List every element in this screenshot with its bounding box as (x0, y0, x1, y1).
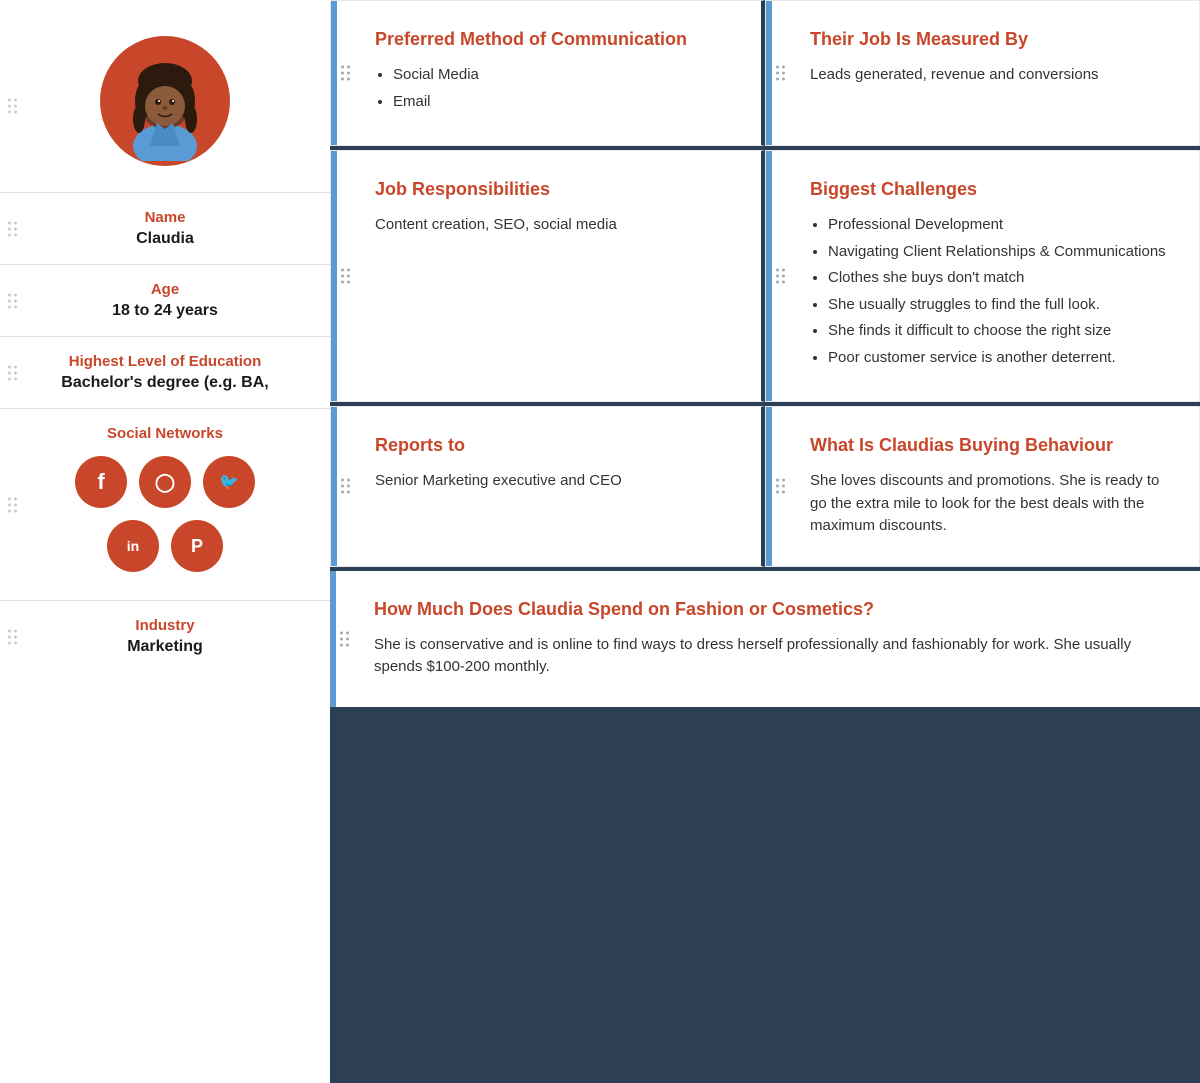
pinterest-icon[interactable]: P (171, 520, 223, 572)
biggest-challenges-card: Biggest Challenges Professional Developm… (765, 150, 1200, 402)
preferred-comm-title: Preferred Method of Communication (375, 29, 733, 50)
card-accent-bar (766, 407, 772, 566)
name-section: Name Claudia (0, 193, 330, 265)
list-item: She finds it difficult to choose the rig… (828, 320, 1171, 343)
job-measured-body: Leads generated, revenue and conversions (810, 64, 1171, 87)
list-item: Clothes she buys don't match (828, 267, 1171, 290)
industry-label: Industry (20, 617, 310, 634)
card-accent-bar (766, 1, 772, 145)
linkedin-icon[interactable]: in (107, 520, 159, 572)
page-layout: Name Claudia Age 18 to 24 years Highest … (0, 0, 1200, 1083)
drag-handle (776, 269, 785, 284)
name-value: Claudia (20, 230, 310, 248)
industry-section: Industry Marketing (0, 601, 330, 672)
age-label: Age (20, 281, 310, 298)
social-networks-label: Social Networks (20, 425, 310, 442)
buying-behaviour-title: What Is Claudias Buying Behaviour (810, 435, 1171, 456)
drag-handle (8, 629, 17, 644)
buying-behaviour-body: She loves discounts and promotions. She … (810, 470, 1171, 538)
list-item: Email (393, 91, 733, 114)
drag-handle (341, 479, 350, 494)
content-row-3: Reports to Senior Marketing executive an… (330, 402, 1200, 567)
drag-handle (340, 631, 349, 646)
drag-handle (776, 479, 785, 494)
spend-title: How Much Does Claudia Spend on Fashion o… (374, 599, 1172, 620)
card-accent-bar (766, 151, 772, 401)
reports-to-title: Reports to (375, 435, 733, 456)
list-item: Navigating Client Relationships & Commun… (828, 241, 1171, 264)
drag-handle (8, 293, 17, 308)
spend-section: How Much Does Claudia Spend on Fashion o… (330, 567, 1200, 707)
education-label: Highest Level of Education (20, 353, 310, 370)
age-value: 18 to 24 years (20, 302, 310, 320)
list-item: Poor customer service is another deterre… (828, 347, 1171, 370)
card-accent-bar (331, 1, 337, 145)
sidebar: Name Claudia Age 18 to 24 years Highest … (0, 0, 330, 1083)
drag-handle (8, 221, 17, 236)
preferred-comm-list: Social Media Email (375, 64, 733, 113)
drag-handle (341, 66, 350, 81)
industry-value: Marketing (20, 638, 310, 656)
biggest-challenges-body: Professional Development Navigating Clie… (810, 214, 1171, 369)
preferred-comm-body: Social Media Email (375, 64, 733, 113)
instagram-icon[interactable]: ◯ (139, 456, 191, 508)
card-accent-bar (331, 151, 337, 401)
reports-to-body: Senior Marketing executive and CEO (375, 470, 733, 493)
content-row-2: Job Responsibilities Content creation, S… (330, 146, 1200, 402)
twitter-icon[interactable]: 🐦 (203, 456, 255, 508)
education-value: Bachelor's degree (e.g. BA, (20, 374, 310, 392)
reports-to-card: Reports to Senior Marketing executive an… (330, 406, 765, 567)
job-responsibilities-title: Job Responsibilities (375, 179, 733, 200)
card-accent-bar (330, 571, 336, 707)
drag-handle (776, 66, 785, 81)
card-accent-bar (331, 407, 337, 566)
preferred-comm-card: Preferred Method of Communication Social… (330, 0, 765, 146)
avatar-image (105, 41, 225, 161)
spend-body: She is conservative and is online to fin… (374, 634, 1172, 679)
list-item: She usually struggles to find the full l… (828, 294, 1171, 317)
spend-card: How Much Does Claudia Spend on Fashion o… (330, 571, 1200, 707)
social-networks-section: Social Networks f ◯ 🐦 in P (0, 409, 330, 601)
biggest-challenges-title: Biggest Challenges (810, 179, 1171, 200)
job-measured-card: Their Job Is Measured By Leads generated… (765, 0, 1200, 146)
education-section: Highest Level of Education Bachelor's de… (0, 337, 330, 409)
social-icons-bottom-row: in P (20, 520, 310, 572)
job-responsibilities-body: Content creation, SEO, social media (375, 214, 733, 237)
content-row-1: Preferred Method of Communication Social… (330, 0, 1200, 146)
main-content: Preferred Method of Communication Social… (330, 0, 1200, 1083)
drag-handle (8, 365, 17, 380)
avatar (100, 36, 230, 166)
buying-behaviour-card: What Is Claudias Buying Behaviour She lo… (765, 406, 1200, 567)
name-label: Name (20, 209, 310, 226)
challenges-list: Professional Development Navigating Clie… (810, 214, 1171, 369)
job-measured-title: Their Job Is Measured By (810, 29, 1171, 50)
list-item: Professional Development (828, 214, 1171, 237)
social-icons-top-row: f ◯ 🐦 (20, 456, 310, 508)
avatar-section (0, 20, 330, 193)
list-item: Social Media (393, 64, 733, 87)
job-responsibilities-card: Job Responsibilities Content creation, S… (330, 150, 765, 402)
facebook-icon[interactable]: f (75, 456, 127, 508)
drag-handle (8, 497, 17, 512)
drag-handle (8, 99, 17, 114)
age-section: Age 18 to 24 years (0, 265, 330, 337)
drag-handle (341, 269, 350, 284)
